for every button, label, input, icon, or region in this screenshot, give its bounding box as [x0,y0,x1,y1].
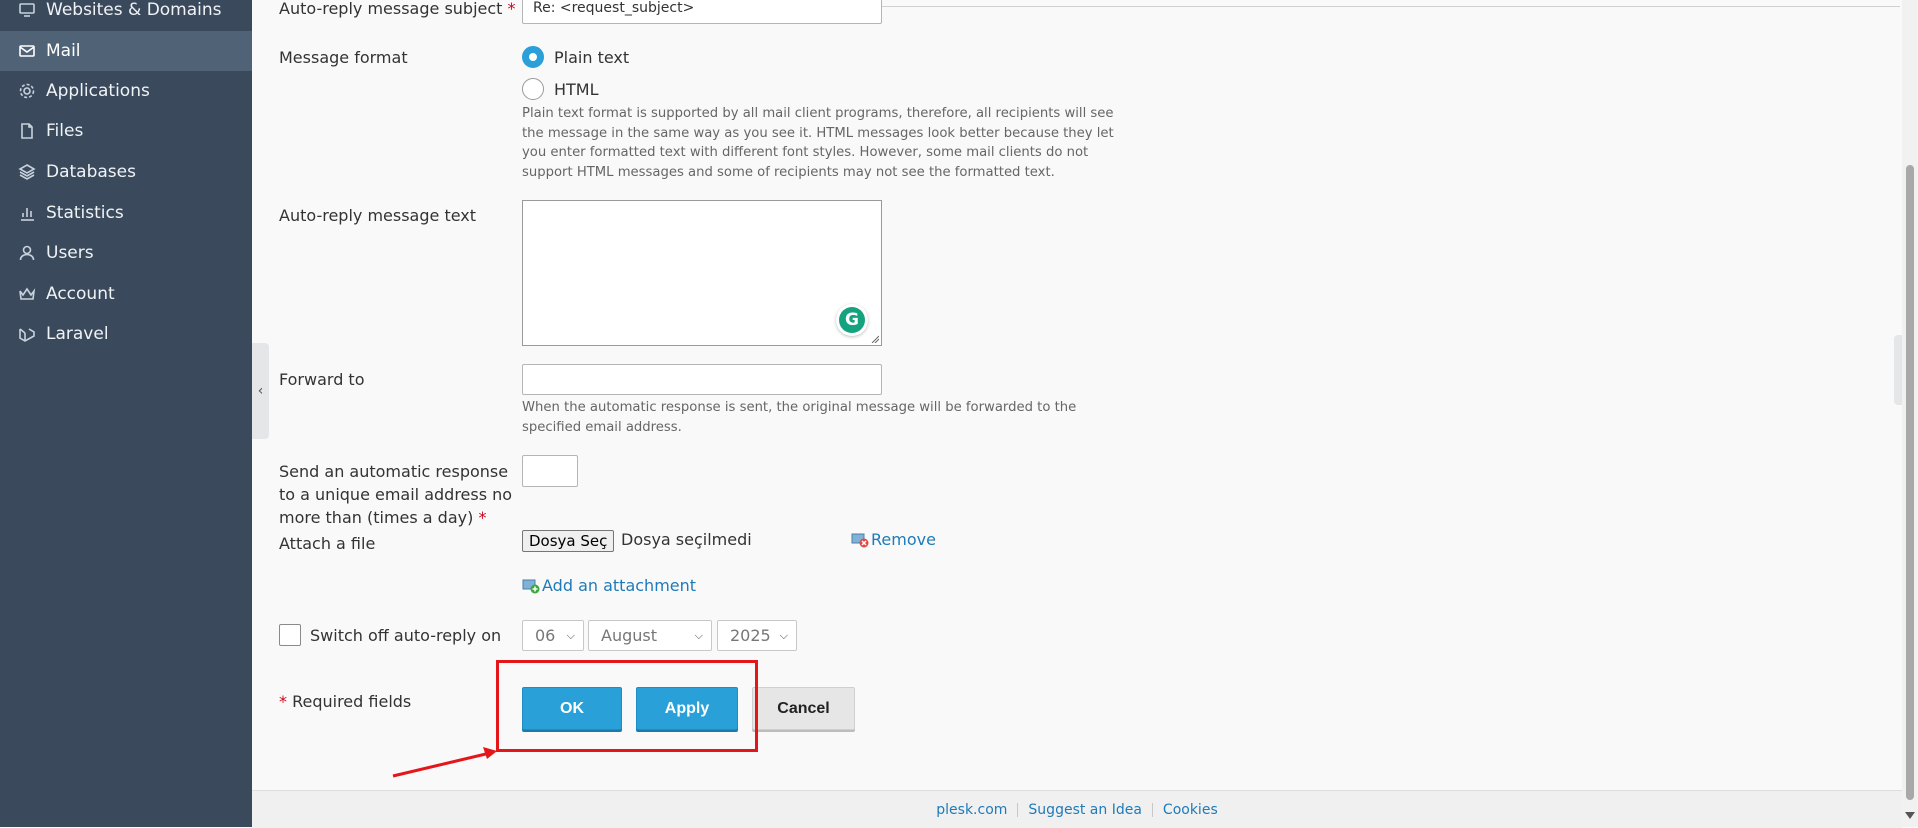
sidebar-item-mail[interactable]: Mail [0,31,252,71]
forward-to-input[interactable] [522,364,882,395]
footer-link-suggest-idea[interactable]: Suggest an Idea [1028,802,1142,818]
sidebar-item-label: Websites & Domains [46,0,222,20]
scroll-down-arrow-icon[interactable] [1905,812,1915,819]
remove-file-icon [851,533,869,547]
sidebar-item-label: Laravel [46,324,109,344]
footer-divider [1017,802,1019,817]
radio-html[interactable]: HTML [522,78,599,100]
radio-plain-text[interactable]: Plain text [522,46,629,68]
chevron-down-icon: ⌵ [694,628,703,642]
subject-value: Re: <request_subject> [533,0,695,16]
sidebar-item-statistics[interactable]: Statistics [0,193,252,233]
gear-icon [16,80,38,102]
highlight-box-annotation [496,660,758,752]
sidebar: Websites & Domains Mail Applications Fil… [0,0,252,827]
sidebar-item-laravel[interactable]: Laravel [0,314,252,354]
footer-link-cookies[interactable]: Cookies [1163,802,1218,818]
scrollbar-thumb[interactable] [1906,165,1914,800]
cancel-button[interactable]: Cancel [752,687,855,730]
sidebar-item-applications[interactable]: Applications [0,71,252,111]
day-select[interactable]: 06 ⌵ [522,620,584,651]
crown-icon [16,283,38,305]
sidebar-item-label: Account [46,284,115,304]
year-value: 2025 [730,626,771,645]
right-panel-handle[interactable] [1894,335,1902,405]
radio-label-html: HTML [554,79,599,99]
chevron-down-icon: ⌵ [566,628,575,642]
day-value: 06 [535,626,556,645]
choose-file-button[interactable]: Dosya Seç [522,530,615,552]
message-text-area[interactable] [522,200,882,346]
radio-button-checked[interactable] [522,46,544,68]
footer-link-plesk[interactable]: plesk.com [936,802,1007,818]
user-icon [16,242,38,264]
chevron-left-icon: ‹ [257,383,264,399]
layers-icon [16,161,38,183]
add-file-icon [522,579,540,593]
sidebar-item-files[interactable]: Files [0,111,252,151]
grammarly-icon: G [839,307,865,333]
sidebar-item-label: Users [46,243,94,263]
required-fields-note: * Required fields [279,692,412,711]
sidebar-item-label: Databases [46,162,136,182]
monitor-icon [16,0,38,21]
forward-to-label: Forward to [279,370,365,389]
sidebar-item-label: Statistics [46,203,124,223]
remove-attachment-link[interactable]: Remove [851,530,936,549]
radio-button[interactable] [522,78,544,100]
sidebar-item-websites-domains[interactable]: Websites & Domains [0,0,252,30]
message-format-label: Message format [279,48,408,67]
footer: plesk.com Suggest an Idea Cookies [252,790,1902,828]
no-file-text: Dosya seçilmedi [621,530,752,549]
forward-to-help: When the automatic response is sent, the… [522,400,1077,435]
bar-chart-icon [16,202,38,224]
subject-label: Auto-reply message subject * [279,0,516,18]
sidebar-item-label: Files [46,121,84,141]
year-select[interactable]: 2025 ⌵ [717,620,797,651]
grammarly-button[interactable]: G [836,304,868,336]
subject-input[interactable]: Re: <request_subject> [522,0,882,24]
switch-off-checkbox[interactable] [279,624,301,646]
sidebar-item-users[interactable]: Users [0,233,252,273]
arrow-annotation-icon [392,747,497,778]
frequency-input[interactable] [522,455,578,487]
scrollbar[interactable] [1902,0,1918,827]
month-select[interactable]: August ⌵ [588,620,712,651]
resize-grip-icon[interactable] [871,335,879,343]
sidebar-collapse-handle[interactable]: ‹ [252,343,269,439]
month-value: August [601,626,657,645]
radio-label-plain-text: Plain text [554,47,630,67]
switch-off-label: Switch off auto-reply on [310,626,502,645]
chevron-down-icon: ⌵ [779,628,788,642]
file-icon [16,120,38,142]
message-text-label: Auto-reply message text [279,206,477,225]
laravel-icon [16,323,38,345]
frequency-label: Send an automatic response to a unique e… [279,462,513,527]
sidebar-item-account[interactable]: Account [0,274,252,314]
sidebar-item-databases[interactable]: Databases [0,152,252,192]
sidebar-item-label: Applications [46,81,150,101]
attach-file-label: Attach a file [279,534,376,553]
sidebar-item-label: Mail [46,41,81,61]
footer-divider [1151,802,1153,817]
envelope-icon [16,40,38,62]
add-attachment-link[interactable]: Add an attachment [522,576,696,595]
message-format-help: Plain text format is supported by all ma… [522,106,1114,180]
